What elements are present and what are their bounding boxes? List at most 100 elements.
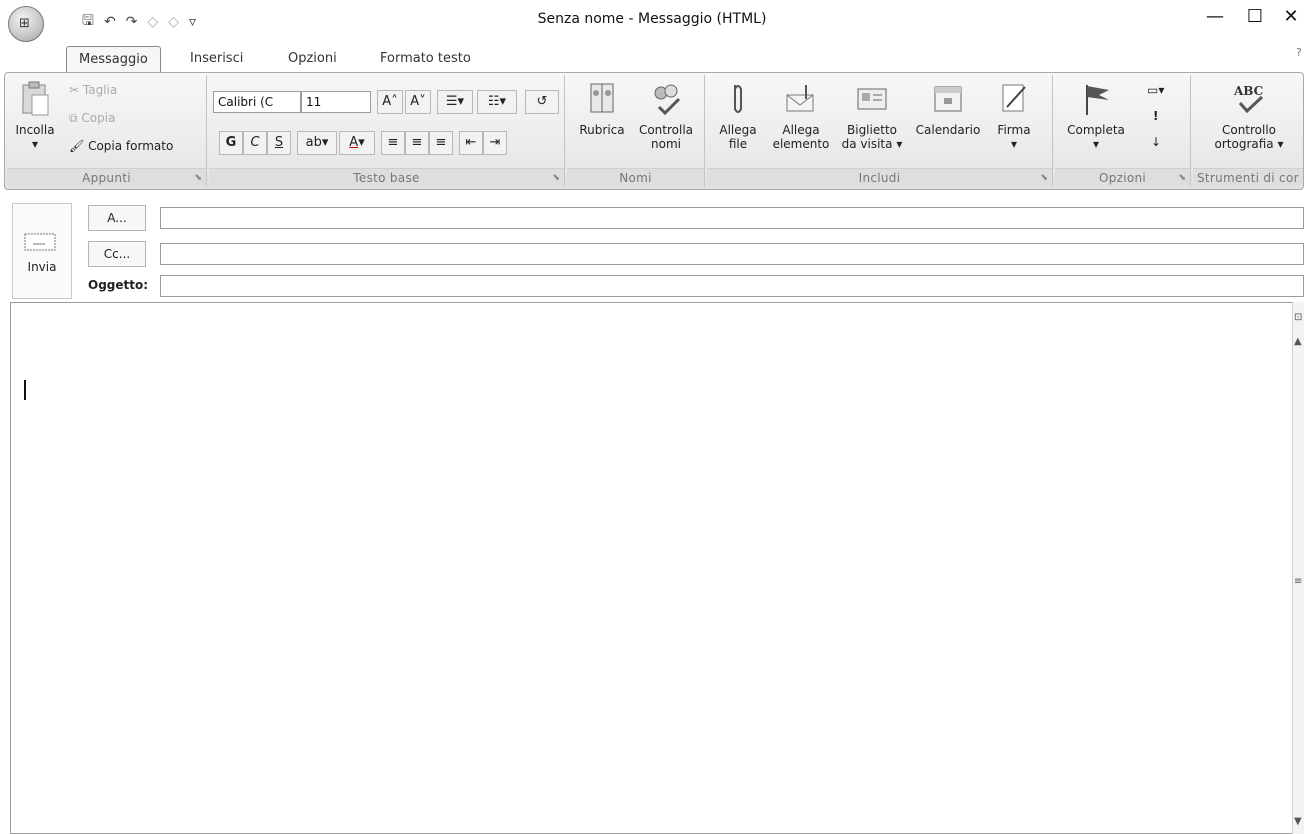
chevron-down-icon[interactable]: ▾ [896,137,902,151]
align-left-icon: ≡ [387,135,399,150]
permission-button[interactable]: ▭▾ [1147,83,1164,97]
group-includi: Allega file Allega elemento Biglietto da… [707,75,1053,187]
tab-opzioni[interactable]: Opzioni [276,46,349,72]
ribbon: Incolla ▾ ✂ Taglia ⧉ Copia 🖌 Copia forma… [4,72,1304,190]
copy-label: Copia [81,111,116,125]
calendar-icon [934,86,962,112]
group-strumenti-correzione: ABC Controllo ortografia ▾ Strumenti di … [1193,75,1303,187]
italic-button[interactable]: C [243,131,267,155]
font-color-button[interactable]: A▾ [339,131,375,155]
scissors-icon: ✂ [69,83,83,97]
text-caret [24,380,26,400]
chevron-down-icon[interactable]: ▾ [1277,137,1283,151]
group-label-nomi: Nomi [567,168,704,186]
maximize-button[interactable]: ☐ [1240,6,1270,27]
tab-inserisci[interactable]: Inserisci [178,46,255,72]
highlight-button[interactable]: ab▾ [297,131,337,155]
align-right-button[interactable]: ≡ [429,131,453,155]
calendar-button[interactable]: Calendario [911,81,985,137]
align-left-button[interactable]: ≡ [381,131,405,155]
tab-messaggio[interactable]: Messaggio [66,46,161,72]
low-importance-button[interactable]: ↓ [1151,135,1161,149]
scroll-thumb-icon[interactable]: ≡ [1294,576,1302,587]
shrink-font-button[interactable]: A˅ [405,90,431,114]
scroll-down-icon[interactable]: ▼ [1294,816,1302,827]
follow-up-button[interactable]: Completa ▾ [1063,81,1129,151]
paste-label: Incolla [15,123,55,137]
send-envelope-icon [24,233,56,251]
decrease-indent-icon: ⇤ [465,135,477,150]
font-name-combo[interactable]: Calibri (C [213,91,301,113]
follow-up-label: Completa [1067,123,1125,137]
attach-file-label-1: Allega [719,123,757,137]
dialog-launcher-icon[interactable]: ⬊ [1040,173,1048,183]
numbering-button[interactable]: ☷▾ [477,90,517,114]
close-button[interactable]: ✕ [1276,6,1304,27]
paste-dropdown-icon[interactable]: ▾ [32,137,38,151]
group-label-appunti: Appunti [7,168,206,186]
svg-text:ABC: ABC [1233,84,1263,98]
tab-formato-testo[interactable]: Formato testo [368,46,483,72]
envelope-attach-icon [786,85,814,112]
font-size-combo[interactable]: 11 [301,91,371,113]
group-label-includi: Includi [707,168,1052,186]
spelling-button[interactable]: ABC Controllo ortografia ▾ [1207,81,1291,151]
calendar-label: Calendario [915,123,981,137]
send-button[interactable]: Invia [12,203,72,299]
clear-formatting-button[interactable]: ↺ [525,90,559,114]
group-label-testo-base: Testo base [209,168,564,186]
check-names-button[interactable]: Controlla nomi [633,81,699,151]
subject-label: Oggetto: [88,278,149,292]
attach-item-button[interactable]: Allega elemento [769,81,833,151]
align-center-button[interactable]: ≡ [405,131,429,155]
clear-format-icon: ↺ [536,94,548,109]
paste-button[interactable]: Incolla ▾ [13,81,57,151]
dialog-launcher-icon[interactable]: ⬊ [1178,173,1186,183]
font-color-icon: A [349,135,359,150]
cut-button[interactable]: ✂ Taglia [69,83,117,97]
group-opzioni: Completa ▾ ▭▾ ! ↓ Opzioni ⬊ [1055,75,1191,187]
underline-button[interactable]: S [267,131,291,155]
cc-button[interactable]: Cc... [88,241,146,267]
attach-file-button[interactable]: Allega file [713,81,763,151]
signature-button[interactable]: Firma ▾ [989,81,1039,151]
group-label-opzioni: Opzioni [1055,168,1190,186]
high-importance-button[interactable]: ! [1153,109,1158,123]
dialog-launcher-icon[interactable]: ⬊ [194,173,202,183]
increase-indent-button[interactable]: ⇥ [483,131,507,155]
attach-file-label-2: file [728,137,748,151]
grow-font-button[interactable]: A˄ [377,90,403,114]
exclamation-icon: ! [1153,109,1159,123]
to-button[interactable]: A... [88,205,146,231]
vertical-scrollbar[interactable] [1292,302,1304,834]
business-card-button[interactable]: Biglietto da visita ▾ [837,81,907,151]
message-body[interactable] [10,302,1296,834]
check-names-label-2: nomi [651,137,681,151]
spelling-label-2: ortografia [1214,137,1274,151]
cc-field[interactable] [160,243,1304,265]
subject-field[interactable] [160,275,1304,297]
group-label-strumenti: Strumenti di cor [1193,168,1303,186]
spell-check-icon: ABC [1233,84,1263,114]
bold-button[interactable]: G [219,131,243,155]
ruler-toggle-icon[interactable]: ⊡ [1294,312,1302,323]
highlighter-icon: ab▾ [305,135,329,150]
copy-button[interactable]: ⧉ Copia [69,111,115,126]
format-painter-label: Copia formato [88,139,174,153]
chevron-down-icon[interactable]: ▾ [1093,137,1099,151]
down-arrow-icon: ↓ [1151,135,1162,149]
attach-item-label-2: elemento [772,137,830,151]
format-painter-button[interactable]: 🖌 Copia formato [69,139,173,153]
chevron-down-icon[interactable]: ▾ [1011,137,1017,151]
to-field[interactable] [160,207,1304,229]
decrease-indent-button[interactable]: ⇤ [459,131,483,155]
dialog-launcher-icon[interactable]: ⬊ [552,173,560,183]
attach-item-label-1: Allega [782,123,820,137]
increase-indent-icon: ⇥ [489,135,501,150]
minimize-button[interactable]: — [1200,6,1230,27]
address-book-button[interactable]: Rubrica [573,81,631,137]
signature-pen-icon [1002,84,1026,112]
business-card-label-2: da visita [841,137,893,151]
scroll-up-icon[interactable]: ▲ [1294,336,1302,347]
bullets-button[interactable]: ☰▾ [437,90,473,114]
